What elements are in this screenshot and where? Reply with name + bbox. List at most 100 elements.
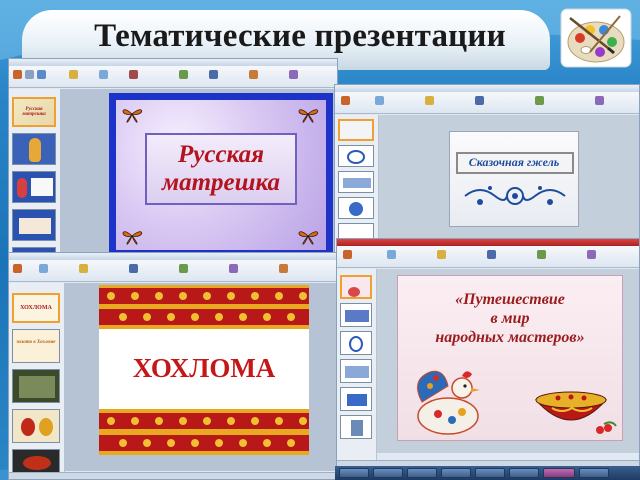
slide-gzhel[interactable]: Сказочная гжель [449, 131, 579, 227]
status-bar [9, 472, 339, 479]
window-titlebar[interactable] [337, 239, 639, 246]
slide-thumbnail[interactable] [340, 359, 372, 383]
ribbon-toolbar[interactable] [337, 246, 639, 268]
ribbon-button[interactable] [425, 96, 434, 105]
thumbnail-label: Русская матрешка [22, 107, 46, 117]
gzhel-ornament [464, 186, 566, 205]
ribbon-button[interactable] [387, 250, 396, 259]
ribbon-button[interactable] [375, 96, 384, 105]
ribbon-button[interactable] [289, 70, 298, 79]
paint-palette-icon [560, 8, 632, 68]
window-titlebar[interactable] [9, 59, 337, 66]
window-titlebar[interactable] [335, 85, 639, 92]
ribbon-button[interactable] [587, 250, 596, 259]
ribbon-button[interactable] [475, 96, 484, 105]
taskbar-button[interactable] [441, 468, 471, 478]
ribbon-button[interactable] [129, 264, 138, 273]
taskbar-button[interactable] [475, 468, 505, 478]
slide-title-line-1: «Путешествие [455, 291, 565, 308]
slide-thumbnails-panel[interactable]: Русская матрешка [9, 89, 61, 257]
window-titlebar[interactable] [9, 253, 339, 260]
slide-thumbnail[interactable]: Русская матрешка [12, 97, 56, 127]
window-khokhloma[interactable]: ХОХЛОМА золото в Хохломе ХОХЛОМА [8, 252, 340, 480]
ribbon-toolbar[interactable] [9, 260, 339, 282]
ribbon-button[interactable] [25, 70, 34, 79]
ribbon-button[interactable] [79, 264, 88, 273]
ribbon-button[interactable] [487, 250, 496, 259]
window-journey[interactable]: «Путешествие в мир народных мастеров» [336, 238, 640, 468]
slide-title-line-2: в мир [490, 310, 530, 327]
ribbon-toolbar[interactable] [335, 92, 639, 114]
taskbar[interactable] [335, 466, 640, 480]
slide-editor[interactable]: «Путешествие в мир народных мастеров» [377, 269, 639, 453]
ribbon-button[interactable] [535, 96, 544, 105]
slide-thumbnails-panel[interactable] [337, 269, 377, 467]
slide-thumbnail[interactable] [12, 209, 56, 241]
slide-thumbnail[interactable]: золото в Хохломе [12, 329, 60, 363]
taskbar-button[interactable] [509, 468, 539, 478]
ribbon-button[interactable] [37, 70, 46, 79]
slide-title: ХОХЛОМА [132, 353, 276, 383]
slide-thumbnail[interactable] [12, 369, 60, 403]
slide-thumbnails-panel[interactable] [335, 115, 379, 253]
slide-thumbnail[interactable] [338, 197, 374, 219]
ribbon-button[interactable] [209, 70, 218, 79]
ribbon-toolbar[interactable] [9, 66, 337, 88]
butterfly-icon [298, 109, 319, 123]
slide-thumbnail[interactable] [338, 171, 374, 193]
page-title: Тематические презентации [94, 18, 506, 54]
butterfly-icon [122, 109, 143, 123]
ribbon-button[interactable] [179, 70, 188, 79]
slide-thumbnail[interactable] [340, 331, 372, 355]
slide-thumbnail[interactable] [340, 415, 372, 439]
slide-thumbnail[interactable] [338, 119, 374, 141]
ribbon-button[interactable] [179, 264, 188, 273]
window-gzhel[interactable]: Сказочная гжель [334, 84, 640, 254]
ribbon-button[interactable] [341, 96, 350, 105]
taskbar-button[interactable] [407, 468, 437, 478]
slide-title-line-3: народных мастеров» [435, 329, 585, 346]
ribbon-button[interactable] [129, 70, 138, 79]
ribbon-button[interactable] [343, 250, 352, 259]
khokhloma-border-bottom [99, 409, 309, 455]
slide-matryoshka[interactable]: Русская матрешка [109, 93, 333, 257]
slide-editor[interactable]: ХОХЛОМА [65, 283, 339, 471]
slide-editor[interactable]: Сказочная гжель [379, 115, 639, 253]
slide-editor[interactable]: Русская матрешка [61, 89, 337, 257]
ribbon-button[interactable] [13, 264, 22, 273]
ribbon-button[interactable] [229, 264, 238, 273]
slide-thumbnail[interactable] [340, 303, 372, 327]
slide-thumbnail[interactable] [12, 171, 56, 203]
slide-thumbnail[interactable] [340, 275, 372, 299]
ribbon-button[interactable] [595, 96, 604, 105]
ribbon-button[interactable] [99, 70, 108, 79]
ribbon-button[interactable] [39, 264, 48, 273]
ribbon-button[interactable] [69, 70, 78, 79]
slide-thumbnail[interactable]: ХОХЛОМА [12, 293, 60, 323]
dymkovo-rooster-icon [417, 370, 480, 435]
ribbon-button[interactable] [437, 250, 446, 259]
taskbar-button[interactable] [373, 468, 403, 478]
slide-thumbnail[interactable] [338, 145, 374, 167]
thumbnail-label: золото в Хохломе [16, 340, 56, 345]
slide-title-line-2: матрешка [161, 169, 281, 196]
taskbar-button[interactable] [339, 468, 369, 478]
window-matryoshka[interactable]: Русская матрешка Русская матрешка [8, 58, 338, 258]
slide-title-line-1: Русская [178, 141, 264, 168]
taskbar-button[interactable] [543, 468, 575, 478]
thumbnail-label: ХОХЛОМА [20, 305, 52, 311]
ribbon-button[interactable] [13, 70, 22, 79]
butterfly-icon [122, 231, 143, 245]
ribbon-button[interactable] [279, 264, 288, 273]
slide-thumbnail[interactable] [340, 387, 372, 411]
slide-khokhloma[interactable]: ХОХЛОМА [99, 285, 309, 455]
slide-thumbnail[interactable] [12, 409, 60, 443]
slide-thumbnail[interactable] [12, 133, 56, 165]
khokhloma-border-top [99, 285, 309, 329]
ribbon-button[interactable] [537, 250, 546, 259]
slide-journey[interactable]: «Путешествие в мир народных мастеров» [397, 275, 623, 441]
slide-title: Сказочная гжель [468, 155, 560, 169]
ribbon-button[interactable] [249, 70, 258, 79]
taskbar-button[interactable] [579, 468, 609, 478]
slide-thumbnails-panel[interactable]: ХОХЛОМА золото в Хохломе [9, 283, 65, 479]
